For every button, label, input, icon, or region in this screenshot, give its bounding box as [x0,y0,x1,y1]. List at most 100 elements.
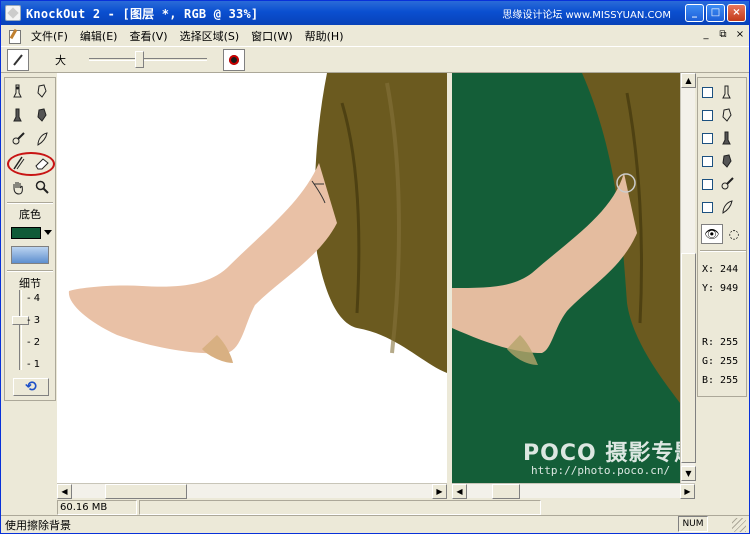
close-button[interactable]: × [727,4,746,22]
checkbox[interactable] [702,201,713,213]
toolbox-divider [7,202,53,204]
brush-preset-button[interactable] [7,48,29,71]
vertical-scroll-thumb[interactable] [681,253,696,463]
source-canvas[interactable] [57,73,447,483]
show-hide-button[interactable]: 👁 [701,224,723,244]
checkbox[interactable] [702,178,713,190]
tool-visibility-row[interactable] [702,128,746,148]
lasso-icon: ◌ [728,227,740,241]
feather-tool[interactable] [31,128,53,150]
doc-close-button[interactable]: × [732,28,748,43]
eye-icon: 👁 [704,227,720,241]
scroll-left-arrow[interactable]: ◀ [57,484,72,499]
bg-color-dropdown-arrow[interactable] [44,230,52,235]
knockout-window: KnockOut 2 - [图层 *, RGB @ 33%] 思缘设计论坛 ww… [0,0,750,534]
title-bar[interactable]: KnockOut 2 - [图层 *, RGB @ 33%] 思缘设计论坛 ww… [1,1,749,25]
preview-horizontal-thumb[interactable] [492,484,520,499]
brush-size-label: 大 [55,53,66,67]
tool-visibility-row[interactable] [702,197,746,217]
x-coordinate: X: 244 [702,264,739,275]
site-watermark: 思缘设计论坛 www.MISSYUAN.COM [502,10,671,21]
app-icon[interactable] [5,5,21,21]
status-panel [139,500,541,515]
preview-horizontal-scrollbar[interactable]: ◀ ▶ [452,483,695,499]
detail-slider[interactable] [19,290,22,370]
zoom-tool[interactable] [31,176,53,198]
checkbox[interactable] [702,132,713,144]
preview-image [452,73,680,403]
tool-visibility-row[interactable] [702,174,746,194]
hand-tool[interactable] [7,176,29,198]
doc-restore-button[interactable]: ⧉ [715,28,731,43]
refresh-button[interactable]: ⟲ [13,378,49,396]
brush-size-slider[interactable] [89,58,207,61]
tool-visibility-row[interactable] [702,105,746,125]
inner-knife-icon [13,84,22,98]
inner-fill-icon [722,131,731,145]
maximize-button[interactable]: □ [706,4,725,22]
inner-fill-icon [13,108,22,122]
source-horizontal-thumb[interactable] [105,484,187,499]
preview-canvas[interactable]: POCO 摄影专题 http://photo.poco.cn/ [452,73,680,483]
lasso-button[interactable]: ◌ [723,224,745,244]
outer-knife-icon [722,108,732,122]
background-image-button[interactable] [11,246,49,264]
y-coordinate: Y: 949 [702,283,739,294]
outer-fill-icon [722,154,732,168]
magic-pen-icon [12,132,25,145]
outside-fill-tool[interactable] [31,104,53,126]
inside-object-tool[interactable] [7,80,29,102]
right-tool-panel: 👁 ◌ X: 244 Y: 949 R: 255 G: 255 B: 255 [697,77,747,397]
scroll-left-arrow[interactable]: ◀ [452,484,467,499]
detail-tick: - 2 [27,337,41,348]
outer-knife-icon [37,84,47,98]
magnifier-icon [35,180,49,194]
tool-visibility-row[interactable] [702,82,746,102]
checkbox[interactable] [702,155,713,167]
checkbox[interactable] [702,109,713,121]
toolbox-divider [7,270,53,272]
brush-icon [13,53,23,66]
scroll-down-arrow[interactable]: ▼ [681,466,696,481]
memory-status: 60.16 MB [57,500,137,515]
checkbox[interactable] [702,86,713,98]
vertical-scrollbar[interactable]: ▲ ▼ [680,73,696,483]
tool-highlight-ring [7,152,55,176]
detail-tick: - 4 [27,293,41,304]
menu-select[interactable]: 选择区域(S) [174,28,246,44]
menu-edit[interactable]: 编辑(E) [74,28,124,44]
document-icon[interactable] [7,29,21,44]
hand-icon [13,182,23,195]
status-hint: 使用擦除背景 [5,519,71,532]
brush-size-slider-thumb[interactable] [135,51,144,68]
source-horizontal-scrollbar[interactable]: ◀ ▶ [57,483,447,499]
tool-visibility-row[interactable] [702,151,746,171]
menu-help[interactable]: 帮助(H) [299,28,350,44]
scroll-right-arrow[interactable]: ▶ [432,484,447,499]
resize-grip[interactable] [732,518,746,532]
minimize-button[interactable]: _ [685,4,704,22]
scroll-up-arrow[interactable]: ▲ [681,73,696,88]
bg-color-swatch[interactable] [11,227,41,239]
auto-inside-tool[interactable] [7,128,29,150]
menu-window[interactable]: 窗口(W) [245,28,298,44]
doc-minimize-button[interactable]: _ [698,28,714,43]
red-value: R: 255 [702,337,739,348]
menu-view[interactable]: 查看(V) [123,28,173,44]
toolbox: 底色 细节 - 4 - 3 - 2 - 1 ⟲ [4,77,56,401]
menu-file[interactable]: 文件(F) [25,28,74,44]
refresh-icon: ⟲ [25,379,37,395]
detail-tick: - 1 [27,359,41,370]
scroll-right-arrow[interactable]: ▶ [680,484,695,499]
inside-fill-tool[interactable] [7,104,29,126]
green-value: G: 255 [702,356,739,367]
brush-color-button[interactable] [223,49,245,71]
outside-object-tool[interactable] [31,80,53,102]
feather-icon [37,132,48,146]
magic-pen-icon [721,177,734,190]
panel-divider [700,250,746,252]
detail-label: 细节 [19,277,41,290]
poco-watermark-title: POCO 摄影专题 [523,441,680,466]
poco-watermark: POCO 摄影专题 http://photo.poco.cn/ [523,435,680,477]
inner-knife-icon [722,85,731,99]
